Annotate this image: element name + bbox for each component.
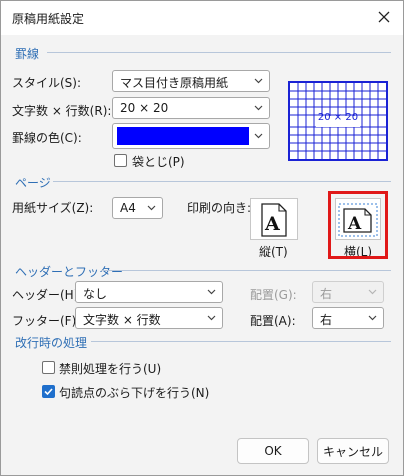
header-align-select[interactable]: 右 bbox=[312, 281, 384, 303]
close-button[interactable] bbox=[371, 5, 397, 29]
footer-align-label: 配置(A): bbox=[250, 314, 296, 328]
char-count-label: 文字数 × 行数(R): bbox=[12, 104, 112, 118]
footer-label: フッター(F): bbox=[12, 314, 81, 328]
footer-select[interactable]: 文字数 × 行数 bbox=[75, 307, 223, 329]
paper-size-select[interactable]: A4 bbox=[112, 197, 163, 219]
style-label: スタイル(S): bbox=[12, 76, 82, 90]
header-label: ヘッダー(H): bbox=[12, 288, 83, 302]
close-icon bbox=[378, 11, 390, 23]
window-title: 原稿用紙設定 bbox=[12, 12, 85, 26]
divider bbox=[47, 52, 391, 53]
paper-size-label: 用紙サイズ(Z): bbox=[12, 201, 94, 215]
divider bbox=[91, 341, 391, 342]
svg-text:A: A bbox=[264, 213, 280, 235]
chevron-down-icon bbox=[207, 315, 216, 321]
kinsoku-checkbox[interactable] bbox=[42, 361, 55, 374]
grid-preview-label: 20 × 20 bbox=[317, 112, 359, 123]
chevron-down-icon bbox=[254, 105, 263, 111]
title-bar: 原稿用紙設定 bbox=[1, 1, 403, 35]
header-select-value: なし bbox=[83, 287, 108, 301]
portrait-label: 縦(T) bbox=[259, 245, 288, 259]
style-select[interactable]: マス目付き原稿用紙 bbox=[112, 70, 270, 92]
portrait-page-icon: A bbox=[261, 203, 287, 237]
section-page: ページ bbox=[15, 176, 51, 190]
section-header-footer: ヘッダーとフッター bbox=[15, 265, 124, 279]
footer-align-select[interactable]: 右 bbox=[312, 307, 384, 329]
chevron-down-icon bbox=[207, 289, 216, 295]
fold-checkbox[interactable] bbox=[114, 154, 127, 167]
line-color-label: 罫線の色(C): bbox=[12, 131, 82, 145]
cancel-button[interactable]: キャンセル bbox=[317, 438, 389, 464]
fold-label: 袋とじ(P) bbox=[132, 155, 185, 169]
chevron-down-icon bbox=[147, 205, 156, 211]
portrait-option[interactable]: A bbox=[250, 198, 298, 240]
paper-size-select-value: A4 bbox=[120, 201, 136, 215]
hanging-punctuation-label: 句読点のぶら下げを行う(N) bbox=[59, 386, 210, 400]
orientation-label: 印刷の向き: bbox=[187, 201, 252, 215]
footer-select-value: 文字数 × 行数 bbox=[83, 313, 161, 327]
style-select-value: マス目付き原稿用紙 bbox=[120, 76, 229, 90]
char-count-select[interactable]: 20 × 20 bbox=[112, 97, 270, 119]
divider bbox=[101, 270, 391, 271]
header-select[interactable]: なし bbox=[75, 281, 223, 303]
chevron-down-icon bbox=[254, 133, 263, 139]
page-setup-dialog: 原稿用紙設定 罫線 スタイル(S): マス目付き原稿用紙 文字数 × 行数(R)… bbox=[0, 0, 404, 476]
header-align-label: 配置(G): bbox=[250, 288, 297, 302]
hanging-punctuation-checkbox[interactable] bbox=[42, 385, 55, 398]
kinsoku-label: 禁則処理を行う(U) bbox=[59, 362, 162, 376]
chevron-down-icon bbox=[254, 78, 263, 84]
grid-preview: 20 × 20 bbox=[288, 81, 388, 161]
selection-highlight bbox=[328, 191, 388, 259]
line-color-select[interactable] bbox=[112, 123, 270, 149]
color-swatch bbox=[117, 127, 249, 145]
footer-align-select-value: 右 bbox=[320, 313, 333, 327]
section-line-break: 改行時の処理 bbox=[15, 336, 88, 350]
ok-button[interactable]: OK bbox=[237, 438, 309, 464]
char-count-select-value: 20 × 20 bbox=[120, 101, 169, 115]
section-grid-lines: 罫線 bbox=[15, 47, 40, 61]
chevron-down-icon bbox=[368, 289, 377, 295]
check-icon bbox=[44, 388, 53, 396]
chevron-down-icon bbox=[368, 315, 377, 321]
header-align-select-value: 右 bbox=[320, 287, 333, 301]
divider bbox=[53, 181, 391, 182]
